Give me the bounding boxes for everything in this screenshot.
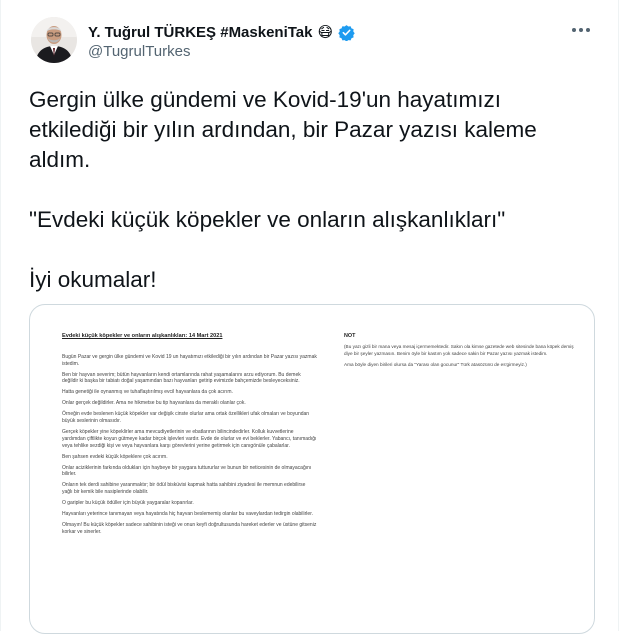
mask-emoji: 😷 — [317, 24, 334, 41]
author-name-row[interactable]: Y. Tuğrul TÜRKEŞ #MaskeniTak 😷 — [88, 21, 355, 43]
document-paragraph: O garipler bu küçük ödüller için büyük y… — [62, 500, 194, 507]
avatar-photo — [31, 17, 77, 63]
tweet-card: Y. Tuğrul TÜRKEŞ #MaskeniTak 😷 @TugrulTu… — [0, 0, 619, 634]
author-name[interactable]: Y. Tuğrul TÜRKEŞ #MaskeniTak — [88, 24, 313, 41]
more-options-icon[interactable] — [566, 20, 596, 40]
document-paragraph: Olmayın! Bu küçük köpekler sadece sahibi… — [62, 522, 317, 535]
tweet-paragraph: "Evdeki küçük köpekler ve onların alışka… — [29, 207, 506, 232]
attached-document-image[interactable]: Evdeki küçük köpekler ve onların alışkan… — [29, 304, 595, 634]
avatar[interactable] — [31, 17, 77, 63]
document-paragraph: Ben bir hayvan severim; bütün hayvanları… — [62, 371, 301, 385]
document-page-right: NOT (Bu yazı gizli bir mana veya mesaj i… — [344, 333, 576, 374]
note-paragraph: (Bu yazı gizli bir mana veya mesaj içerm… — [344, 343, 574, 356]
document-paragraph: Onlar aciziklerinin farkında oldukları i… — [62, 464, 312, 478]
document-page-left: Evdeki küçük köpekler ve onların alışkan… — [62, 333, 317, 540]
document-title: Evdeki küçük köpekler ve onların alışkan… — [62, 333, 223, 339]
document-paragraph: Onlar gerçek değildirler. Ama ne hikmets… — [62, 400, 246, 407]
note-paragraph: Ama böyle diyen birileri olursa da "Yara… — [344, 362, 527, 368]
document-paragraph: Hatta genetiği ile oynanmış ve tuhaflaşt… — [62, 389, 233, 396]
document-paragraph: Hayvanları yeterince tanımayan veya haya… — [62, 511, 313, 518]
author-handle[interactable]: @TugrulTurkes — [88, 43, 190, 60]
verified-badge-icon — [338, 24, 355, 41]
document-paragraph: Onların tek derdi sahibine yaranmaktır; … — [62, 482, 306, 496]
note-heading: NOT — [344, 333, 356, 339]
document-paragraph: Örneğin evde beslenen küçük köpekler var… — [62, 411, 310, 425]
tweet-text: Gergin ülke gündemi ve Kovid-19'un hayat… — [29, 85, 589, 295]
tweet-paragraph: Gergin ülke gündemi ve Kovid-19'un hayat… — [29, 87, 537, 172]
document-paragraph: Bugün Pazar ve gergin ülke gündemi ve Ko… — [62, 353, 317, 367]
tweet-paragraph: İyi okumalar! — [29, 267, 157, 292]
document-paragraph: Ben şahsen evdeki küçük köpeklere çok ac… — [62, 453, 168, 460]
document-paragraph: Gerçek köpekler yine köpeklirler ama mev… — [62, 429, 317, 449]
